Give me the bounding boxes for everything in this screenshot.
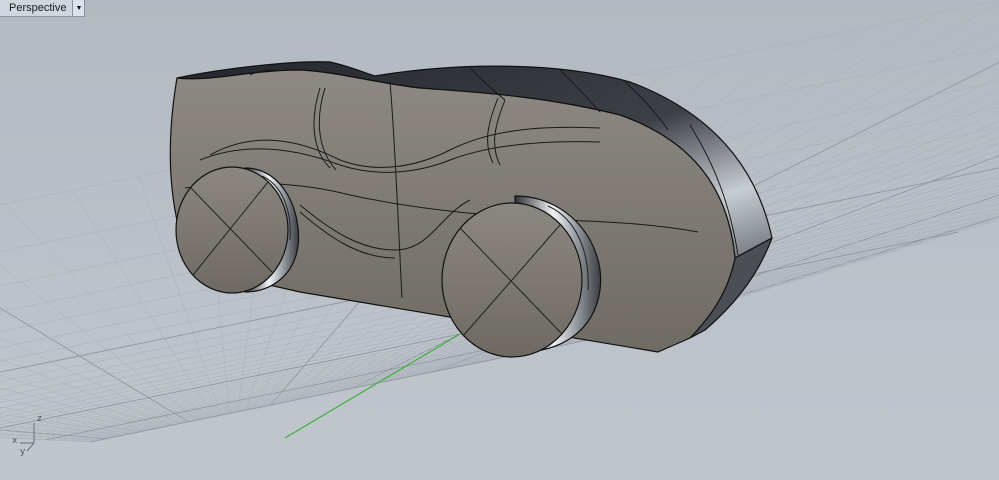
scene: z x y (0, 0, 999, 457)
viewport-menu-button[interactable]: ▼ (72, 0, 85, 16)
grid-line (0, 264, 197, 421)
triangle-down-icon: ▼ (75, 4, 83, 12)
grid-line (0, 358, 173, 426)
viewport-title[interactable]: Perspective (0, 0, 72, 16)
rear-wheel (175, 166, 300, 294)
car-model (169, 61, 773, 358)
axis-x-label: x (12, 436, 18, 446)
viewport-tab[interactable]: Perspective ▼ (0, 0, 86, 17)
axis-y-line (26, 442, 35, 452)
perspective-viewport[interactable]: Perspective ▼ z x y (0, 0, 999, 480)
grid-line (0, 307, 189, 423)
axis-z-label: z (37, 414, 42, 424)
axis-y-label: y (20, 447, 26, 457)
